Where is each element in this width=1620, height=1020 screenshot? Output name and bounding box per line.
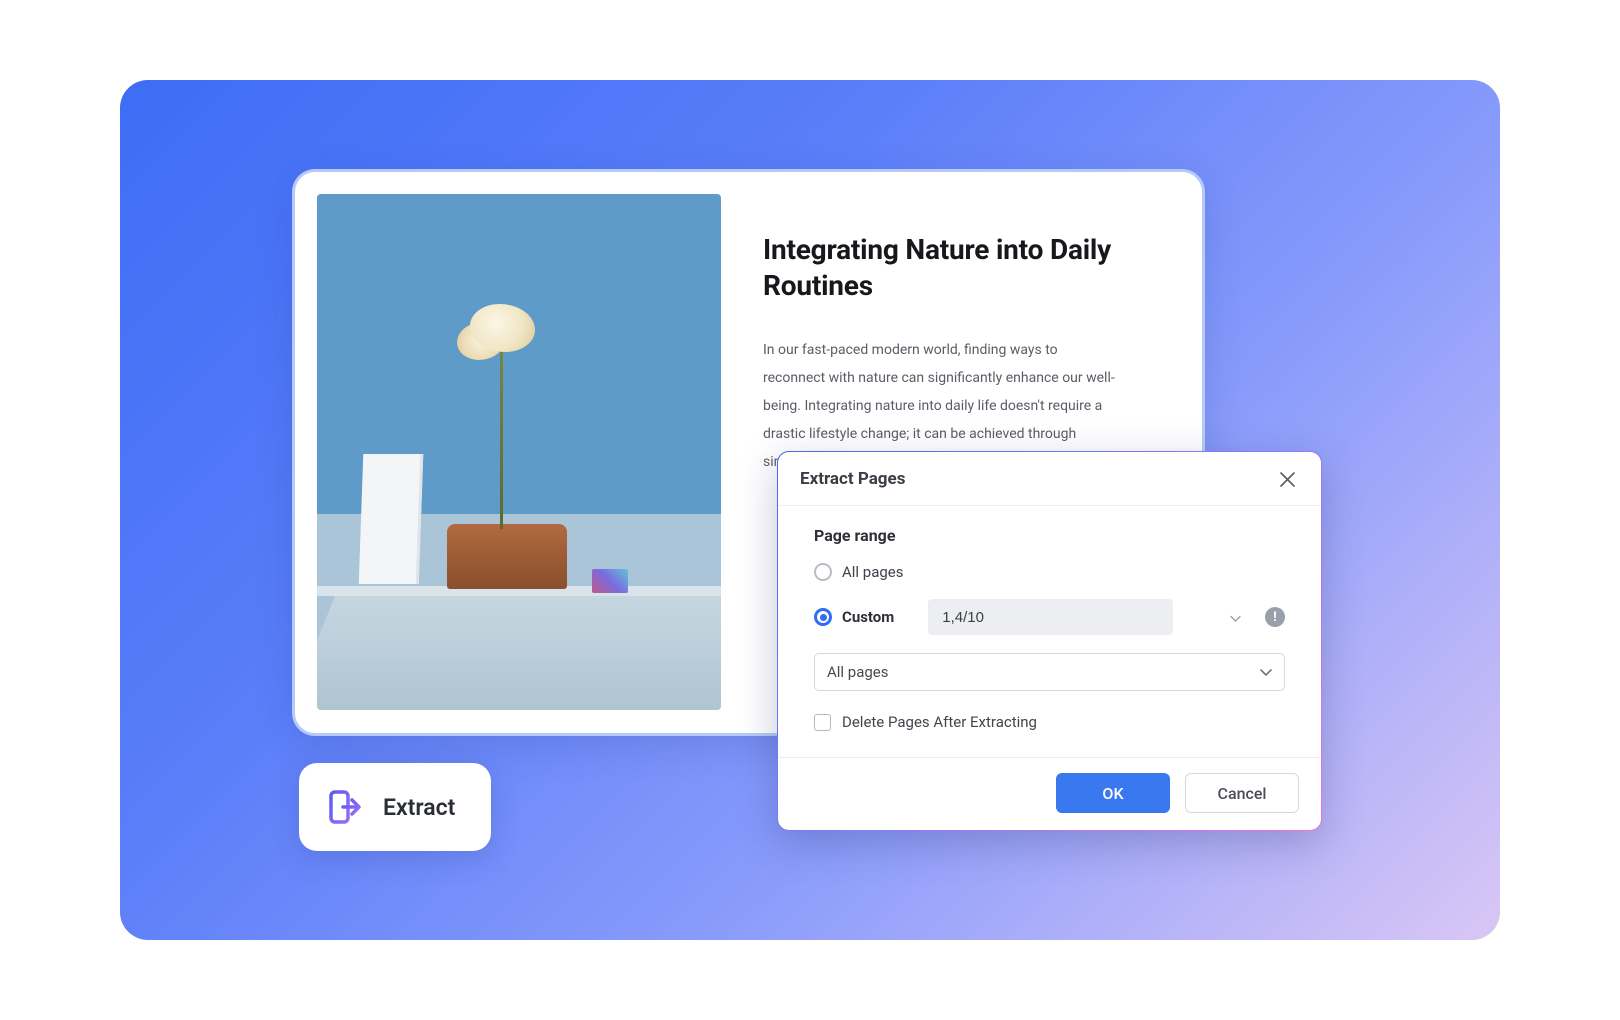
- document-title: Integrating Nature into Daily Routines: [763, 232, 1166, 304]
- extract-icon: [325, 787, 365, 827]
- delete-after-extract-checkbox[interactable]: Delete Pages After Extracting: [814, 713, 1285, 731]
- checkbox-label: Delete Pages After Extracting: [842, 713, 1037, 731]
- dialog-header: Extract Pages: [778, 452, 1321, 506]
- cancel-button[interactable]: Cancel: [1185, 773, 1299, 813]
- chevron-down-icon: [1260, 663, 1272, 681]
- page-preset-dropdown[interactable]: All pages: [814, 653, 1285, 691]
- dialog-title: Extract Pages: [800, 469, 905, 489]
- page-range-label: Page range: [814, 526, 1285, 545]
- extract-pages-dialog: Extract Pages Page range All pages Cus: [777, 451, 1322, 831]
- ok-button-label: OK: [1102, 784, 1123, 803]
- info-icon[interactable]: !: [1265, 607, 1285, 627]
- ok-button[interactable]: OK: [1056, 773, 1170, 813]
- radio-custom[interactable]: Custom: [814, 608, 894, 626]
- chevron-down-icon: [1230, 608, 1241, 627]
- custom-range-input[interactable]: [928, 599, 1173, 635]
- checkbox-icon: [814, 714, 831, 731]
- close-icon: [1280, 472, 1295, 487]
- extract-button[interactable]: Extract: [299, 763, 491, 851]
- radio-icon: [814, 563, 832, 581]
- radio-all-pages[interactable]: All pages: [814, 563, 1285, 581]
- close-button[interactable]: [1275, 467, 1299, 491]
- dialog-footer: OK Cancel: [778, 757, 1321, 830]
- cancel-button-label: Cancel: [1218, 784, 1267, 803]
- document-illustration: [317, 194, 721, 710]
- radio-all-label: All pages: [842, 563, 904, 581]
- canvas-background: Integrating Nature into Daily Routines I…: [120, 80, 1500, 940]
- extract-button-label: Extract: [383, 794, 455, 821]
- dropdown-value: All pages: [827, 663, 889, 681]
- radio-custom-label: Custom: [842, 608, 894, 626]
- dialog-body: Page range All pages Custom: [778, 506, 1321, 757]
- radio-icon-selected: [814, 608, 832, 626]
